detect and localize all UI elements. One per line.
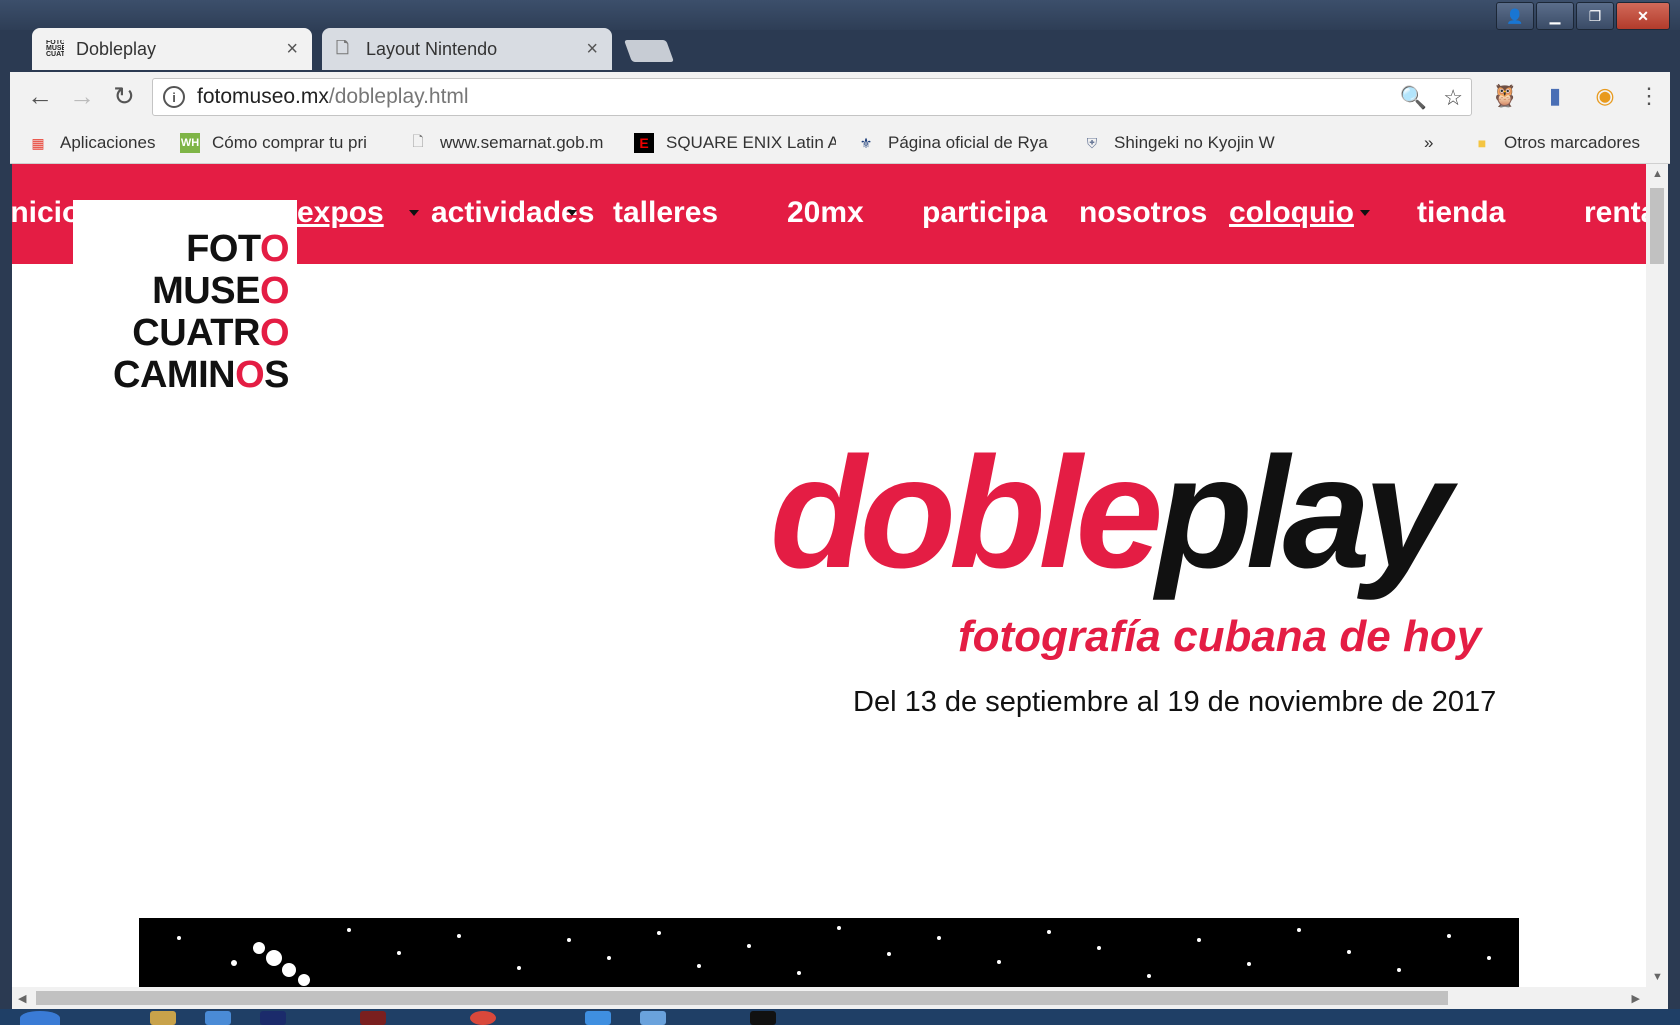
nav-inicio[interactable]: inicio bbox=[12, 196, 80, 230]
photo-speckle bbox=[177, 926, 1491, 986]
other-bookmarks[interactable]: ■ Otros marcadores bbox=[1472, 130, 1640, 156]
scroll-left-icon[interactable]: ◀ bbox=[18, 992, 26, 1005]
forward-icon[interactable]: → bbox=[66, 80, 98, 112]
user-icon[interactable]: 👤 bbox=[1496, 2, 1534, 30]
tab-dobleplay[interactable]: FOTO MUSEO CUATRO Dobleplay × bbox=[32, 28, 312, 70]
tab-layout-nintendo[interactable]: 🗋 Layout Nintendo × bbox=[322, 28, 612, 70]
nav-20mx[interactable]: 20mx bbox=[787, 196, 864, 230]
tab-title: Dobleplay bbox=[76, 38, 157, 59]
ryanair-icon: ⚜ bbox=[859, 134, 873, 151]
reload-icon[interactable]: ↻ bbox=[108, 80, 140, 112]
tab-strip: FOTO MUSEO CUATRO Dobleplay × 🗋 Layout N… bbox=[10, 28, 1670, 72]
owl-extension-icon[interactable]: 🦉 bbox=[1490, 81, 1520, 111]
back-icon[interactable]: ← bbox=[24, 80, 56, 112]
shield-icon: ⛨ bbox=[1086, 134, 1098, 151]
bookmarks-overflow-button[interactable]: » bbox=[1424, 130, 1433, 156]
taskbar-app-icon[interactable] bbox=[470, 1011, 496, 1025]
page-icon: 🗋 bbox=[336, 40, 349, 57]
bookmark-shingeki[interactable]: ⛨ Shingeki no Kyojin W bbox=[1082, 130, 1275, 156]
nav-talleres[interactable]: talleres bbox=[613, 196, 718, 230]
taskbar-app-icon[interactable] bbox=[150, 1011, 176, 1025]
chrome-extension-icon[interactable]: ◉ bbox=[1590, 81, 1620, 111]
nav-participa[interactable]: participa bbox=[922, 196, 1047, 230]
browser-window: 👤 ▁ ❐ ✕ FOTO MUSEO CUATRO Dobleplay × 🗋 … bbox=[0, 0, 1680, 1025]
exhibition-dates: Del 13 de septiembre al 19 de noviembre … bbox=[853, 686, 1497, 718]
nav-renta[interactable]: renta bbox=[1584, 196, 1646, 230]
taskbar-app-icon[interactable] bbox=[360, 1011, 386, 1025]
bookmark-square-enix[interactable]: E SQUARE ENIX Latin A bbox=[634, 130, 836, 156]
logo-line: FOTO bbox=[186, 228, 289, 270]
address-bar[interactable]: i fotomuseo.mx/dobleplay.html 🔍 ☆ bbox=[152, 78, 1472, 116]
close-tab-icon[interactable]: × bbox=[586, 38, 598, 61]
maximize-button[interactable]: ❐ bbox=[1576, 2, 1614, 30]
bookmarks-bar: ▦ Aplicaciones WH Cómo comprar tu pri 🗋 … bbox=[10, 122, 1670, 164]
vertical-scroll-thumb[interactable] bbox=[1650, 188, 1664, 264]
taskbar-app-icon[interactable] bbox=[750, 1011, 776, 1025]
nav-tienda[interactable]: tienda bbox=[1417, 196, 1505, 230]
url-text: fotomuseo.mx/dobleplay.html bbox=[197, 85, 469, 108]
featured-photo bbox=[139, 918, 1519, 987]
new-tab-button[interactable] bbox=[623, 40, 675, 62]
nav-expos[interactable]: expos bbox=[297, 196, 384, 230]
minimize-button[interactable]: ▁ bbox=[1536, 2, 1574, 30]
chart-extension-icon[interactable]: ▮ bbox=[1540, 81, 1570, 111]
nav-nosotros[interactable]: nosotros bbox=[1079, 196, 1207, 230]
window-titlebar: 👤 ▁ ❐ ✕ bbox=[0, 0, 1680, 30]
scroll-right-icon[interactable]: ▶ bbox=[1632, 992, 1640, 1005]
taskbar-app-icon[interactable] bbox=[640, 1011, 666, 1025]
logo-line: CUATRO bbox=[132, 312, 289, 354]
bookmark-star-icon[interactable]: ☆ bbox=[1443, 85, 1463, 111]
horizontal-scrollbar[interactable]: ◀ ▶ bbox=[12, 987, 1668, 1009]
tab-title: Layout Nintendo bbox=[366, 38, 498, 59]
wh-icon: WH bbox=[180, 133, 200, 153]
nav-coloquio[interactable]: coloquio bbox=[1229, 196, 1354, 230]
os-taskbar bbox=[0, 1009, 1680, 1025]
bookmark-como-comprar[interactable]: WH Cómo comprar tu pri bbox=[180, 130, 367, 156]
fotomuseo-favicon-icon: FOTO MUSEO CUATRO bbox=[46, 40, 64, 58]
dobleplay-title: dobleplay bbox=[770, 425, 1451, 601]
actividades-dropdown-icon[interactable] bbox=[567, 210, 577, 216]
fotomuseo-logo[interactable]: FOTO MUSEO CUATRO CAMINOS bbox=[73, 200, 297, 408]
taskbar-app-icon[interactable] bbox=[205, 1011, 231, 1025]
omnibox-actions: 🔍 ☆ bbox=[1400, 85, 1463, 111]
close-tab-icon[interactable]: × bbox=[286, 38, 298, 61]
vertical-scrollbar[interactable]: ▲ ▼ bbox=[1646, 164, 1668, 987]
scroll-up-icon[interactable]: ▲ bbox=[1652, 168, 1663, 180]
hero-subtitle: fotografía cubana de hoy bbox=[958, 612, 1482, 661]
folder-icon: ■ bbox=[1477, 135, 1487, 151]
bookmark-aplicaciones[interactable]: ▦ Aplicaciones bbox=[28, 130, 155, 156]
page-viewport: inicio expos actividades talleres 20mx p… bbox=[12, 164, 1646, 987]
start-button[interactable] bbox=[20, 1011, 60, 1025]
logo-line: MUSEO bbox=[152, 270, 289, 312]
window-controls: 👤 ▁ ❐ ✕ bbox=[1496, 2, 1670, 30]
translate-icon[interactable]: 🔍 bbox=[1400, 85, 1427, 111]
taskbar-app-icon[interactable] bbox=[260, 1011, 286, 1025]
apps-grid-icon: ▦ bbox=[31, 134, 45, 151]
close-window-button[interactable]: ✕ bbox=[1616, 2, 1670, 30]
expos-dropdown-icon[interactable] bbox=[409, 210, 419, 216]
site-info-icon[interactable]: i bbox=[163, 86, 185, 108]
menu-kebab-icon[interactable]: ⋮ bbox=[1634, 81, 1664, 111]
coloquio-dropdown-icon[interactable] bbox=[1360, 210, 1370, 216]
browser-toolbar: ← → ↻ i fotomuseo.mx/dobleplay.html 🔍 ☆ … bbox=[10, 72, 1670, 122]
scroll-down-icon[interactable]: ▼ bbox=[1652, 971, 1663, 983]
horizontal-scroll-thumb[interactable] bbox=[36, 991, 1448, 1005]
square-enix-icon: E bbox=[634, 133, 654, 153]
bookmark-semarnat[interactable]: 🗋 www.semarnat.gob.m bbox=[408, 130, 603, 156]
bookmark-ryanair[interactable]: ⚜ Página oficial de Rya bbox=[856, 130, 1048, 156]
taskbar-app-icon[interactable] bbox=[585, 1011, 611, 1025]
page-icon: 🗋 bbox=[412, 133, 424, 149]
logo-line: CAMINOS bbox=[113, 354, 289, 396]
